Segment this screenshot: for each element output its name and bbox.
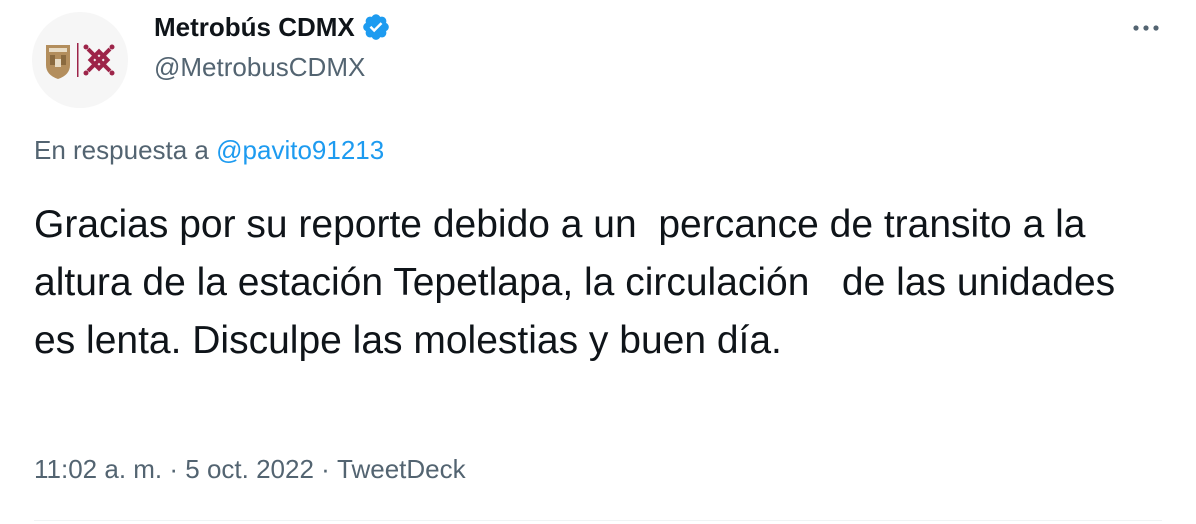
author-handle[interactable]: @MetrobusCDMX: [154, 50, 365, 84]
reply-prefix: En respuesta a: [34, 135, 217, 165]
reply-context: En respuesta a @pavito91213: [34, 132, 384, 168]
tweet-metadata: 11:02 a. m. · 5 oct. 2022 · TweetDeck: [34, 451, 466, 487]
tweet-source-link[interactable]: TweetDeck: [337, 451, 466, 487]
tweet-text: Gracias por su reporte debido a un perca…: [34, 203, 1126, 362]
more-options-button[interactable]: [1128, 14, 1164, 42]
verified-badge-icon: [362, 14, 389, 40]
more-options-icon: [1133, 25, 1159, 31]
avatar[interactable]: [32, 12, 128, 108]
divider: [34, 520, 1162, 521]
meta-separator: ·: [313, 454, 338, 484]
reply-mention-link[interactable]: @pavito91213: [216, 135, 384, 165]
author-display-name[interactable]: Metrobús CDMX: [154, 10, 355, 44]
metrobus-logo-icon: [46, 43, 115, 79]
author-name-row[interactable]: Metrobús CDMX: [154, 10, 391, 44]
meta-separator: ·: [162, 454, 186, 484]
tweet-date-link[interactable]: 5 oct. 2022: [185, 451, 314, 487]
tweet-time-link[interactable]: 11:02 a. m.: [34, 451, 162, 487]
